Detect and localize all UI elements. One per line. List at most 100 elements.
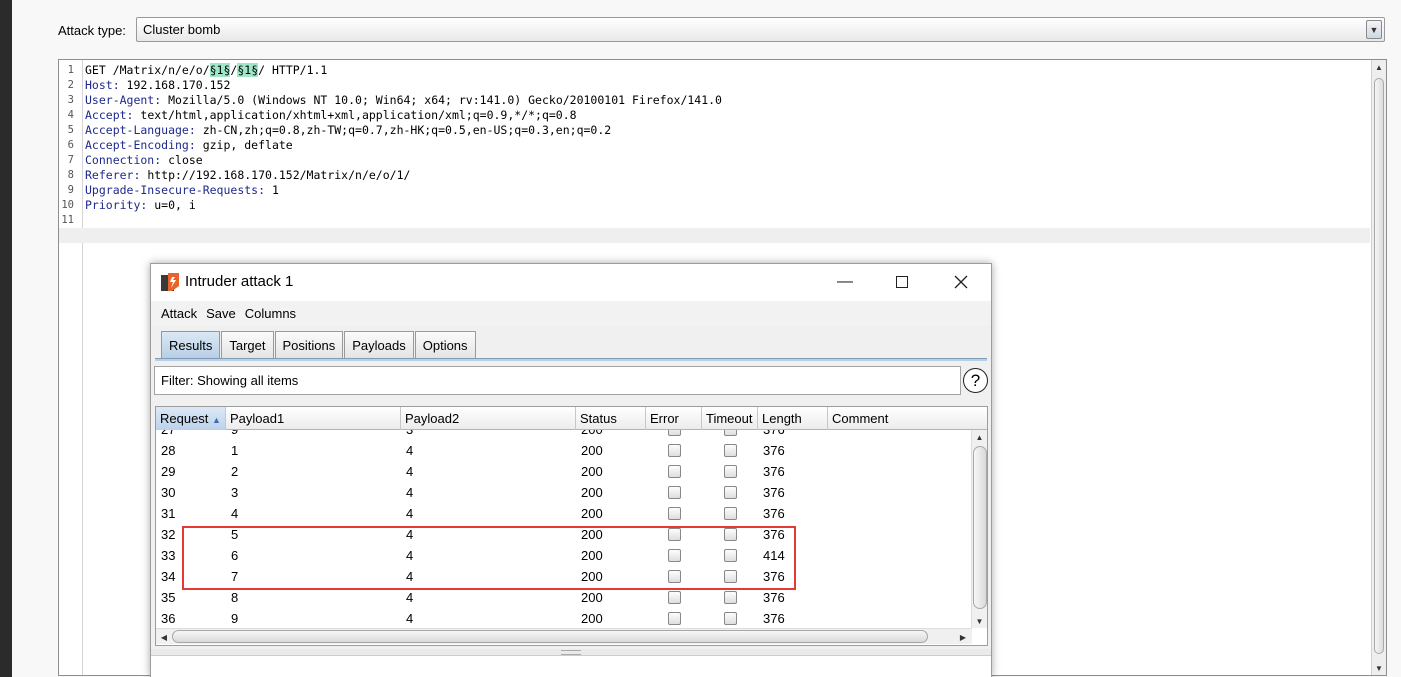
table-row[interactable]: 36 9 4 200 376 (156, 608, 972, 629)
scroll-down-icon[interactable]: ▼ (972, 614, 987, 628)
timeout-checkbox[interactable] (724, 465, 737, 478)
tab-results[interactable]: Results (161, 331, 221, 358)
code-text: / HTTP/1.1 (258, 63, 328, 77)
code-text: gzip, deflate (195, 138, 293, 152)
results-vertical-scrollbar[interactable]: ▲ ▼ (971, 430, 987, 628)
header-name: Connection: (85, 153, 162, 167)
cell-length: 376 (763, 464, 785, 479)
column-header-payload2[interactable]: Payload2 (401, 407, 576, 430)
window-titlebar[interactable]: Intruder attack 1 — (151, 264, 991, 301)
editor-scroll-thumb[interactable] (1374, 78, 1384, 654)
tab-target[interactable]: Target (221, 331, 274, 358)
scroll-down-icon[interactable]: ▼ (1372, 661, 1386, 675)
column-header-error[interactable]: Error (646, 407, 702, 430)
editor-vertical-scrollbar[interactable]: ▲ ▼ (1371, 60, 1386, 675)
cell-status: 200 (581, 590, 603, 605)
menu-columns[interactable]: Columns (245, 306, 296, 321)
column-header-length[interactable]: Length (758, 407, 828, 430)
code-line[interactable]: Accept-Language: zh-CN,zh;q=0.8,zh-TW;q=… (85, 123, 722, 138)
timeout-checkbox[interactable] (724, 591, 737, 604)
table-row[interactable]: 31 4 4 200 376 (156, 503, 972, 524)
column-header-request[interactable]: Request ▲ (156, 407, 226, 430)
help-icon[interactable]: ? (963, 368, 988, 393)
results-hscroll-thumb[interactable] (172, 630, 928, 643)
header-name: Upgrade-Insecure-Requests: (85, 183, 266, 197)
code-text: 1 (265, 183, 279, 197)
timeout-checkbox[interactable] (724, 444, 737, 457)
error-checkbox[interactable] (668, 465, 681, 478)
cell-request: 35 (161, 590, 176, 605)
timeout-checkbox[interactable] (724, 430, 737, 436)
cell-payload1: 9 (231, 611, 239, 626)
code-line[interactable]: User-Agent: Mozilla/5.0 (Windows NT 10.0… (85, 93, 722, 108)
scroll-left-icon[interactable]: ◀ (157, 630, 171, 644)
column-header-comment[interactable]: Comment (828, 407, 987, 430)
filter-text: Filter: Showing all items (161, 373, 299, 388)
error-checkbox[interactable] (668, 612, 681, 625)
results-scroll-thumb[interactable] (973, 446, 987, 609)
timeout-checkbox[interactable] (724, 612, 737, 625)
cell-length: 376 (758, 430, 785, 440)
cell-request: 32 (161, 527, 176, 542)
tab-payloads[interactable]: Payloads (344, 331, 414, 358)
header-name: Referer: (85, 168, 141, 182)
column-header-status[interactable]: Status (576, 407, 646, 430)
cell-payload2: 4 (406, 506, 414, 521)
code-line[interactable]: Priority: u=0, i (85, 198, 722, 213)
error-checkbox[interactable] (668, 430, 681, 436)
table-row[interactable]: 29 2 4 200 376 (156, 461, 972, 482)
table-row[interactable]: 27 9 3 200 376 (156, 430, 972, 440)
cell-request: 27 (156, 430, 175, 440)
menu-attack[interactable]: Attack (161, 306, 197, 321)
timeout-checkbox[interactable] (724, 486, 737, 499)
lower-detail-pane (151, 655, 991, 677)
cell-length: 376 (763, 611, 785, 626)
table-row[interactable]: 28 1 4 200 376 (156, 440, 972, 461)
code-line[interactable] (85, 213, 722, 228)
column-header-payload1[interactable]: Payload1 (226, 407, 401, 430)
cell-request: 29 (161, 464, 176, 479)
code-line[interactable]: Host: 192.168.170.152 (85, 78, 722, 93)
cell-payload2: 4 (406, 611, 414, 626)
code-line[interactable] (85, 228, 722, 243)
results-filter-bar[interactable]: Filter: Showing all items (154, 366, 961, 395)
window-title: Intruder attack 1 (185, 273, 294, 290)
line-number: 4 (67, 109, 74, 121)
scroll-up-icon[interactable]: ▲ (972, 430, 987, 444)
close-icon[interactable] (938, 269, 984, 295)
code-line[interactable]: Upgrade-Insecure-Requests: 1 (85, 183, 722, 198)
scroll-right-icon[interactable]: ▶ (956, 630, 970, 644)
table-row[interactable]: 30 3 4 200 376 (156, 482, 972, 503)
maximize-icon[interactable] (879, 269, 925, 295)
code-line[interactable]: Referer: http://192.168.170.152/Matrix/n… (85, 168, 722, 183)
scroll-up-icon[interactable]: ▲ (1372, 60, 1386, 74)
tab-positions[interactable]: Positions (274, 331, 344, 358)
error-checkbox[interactable] (668, 507, 681, 520)
code-line[interactable]: Connection: close (85, 153, 722, 168)
cell-request: 30 (161, 485, 176, 500)
attack-type-select[interactable]: Cluster bomb ▼ (136, 17, 1385, 42)
code-text: u=0, i (147, 198, 196, 212)
error-checkbox[interactable] (668, 591, 681, 604)
table-row[interactable]: 35 8 4 200 376 (156, 587, 972, 608)
error-checkbox[interactable] (668, 444, 681, 457)
menu-save[interactable]: Save (206, 306, 236, 321)
code-line[interactable]: Accept: text/html,application/xhtml+xml,… (85, 108, 722, 123)
sort-ascending-icon: ▲ (212, 415, 221, 425)
chevron-down-icon[interactable]: ▼ (1366, 20, 1382, 39)
header-name: Host: (85, 78, 120, 92)
tab-options[interactable]: Options (414, 331, 476, 358)
tab-strip: Results Target Positions Payloads Option… (161, 331, 477, 358)
minimize-icon[interactable]: — (822, 269, 868, 295)
line-number: 2 (67, 79, 74, 91)
error-checkbox[interactable] (668, 486, 681, 499)
cell-length: 376 (763, 590, 785, 605)
results-horizontal-scrollbar[interactable]: ◀ ▶ (156, 628, 972, 644)
code-line[interactable]: GET /Matrix/n/e/o/§1§/§1§/ HTTP/1.1 (85, 63, 722, 78)
code-line[interactable]: Accept-Encoding: gzip, deflate (85, 138, 722, 153)
timeout-checkbox[interactable] (724, 507, 737, 520)
cell-status: 200 (581, 443, 603, 458)
cell-payload2: 4 (406, 590, 414, 605)
column-header-timeout[interactable]: Timeout (702, 407, 758, 430)
code-text: GET /Matrix/n/e/o/ (85, 63, 210, 77)
